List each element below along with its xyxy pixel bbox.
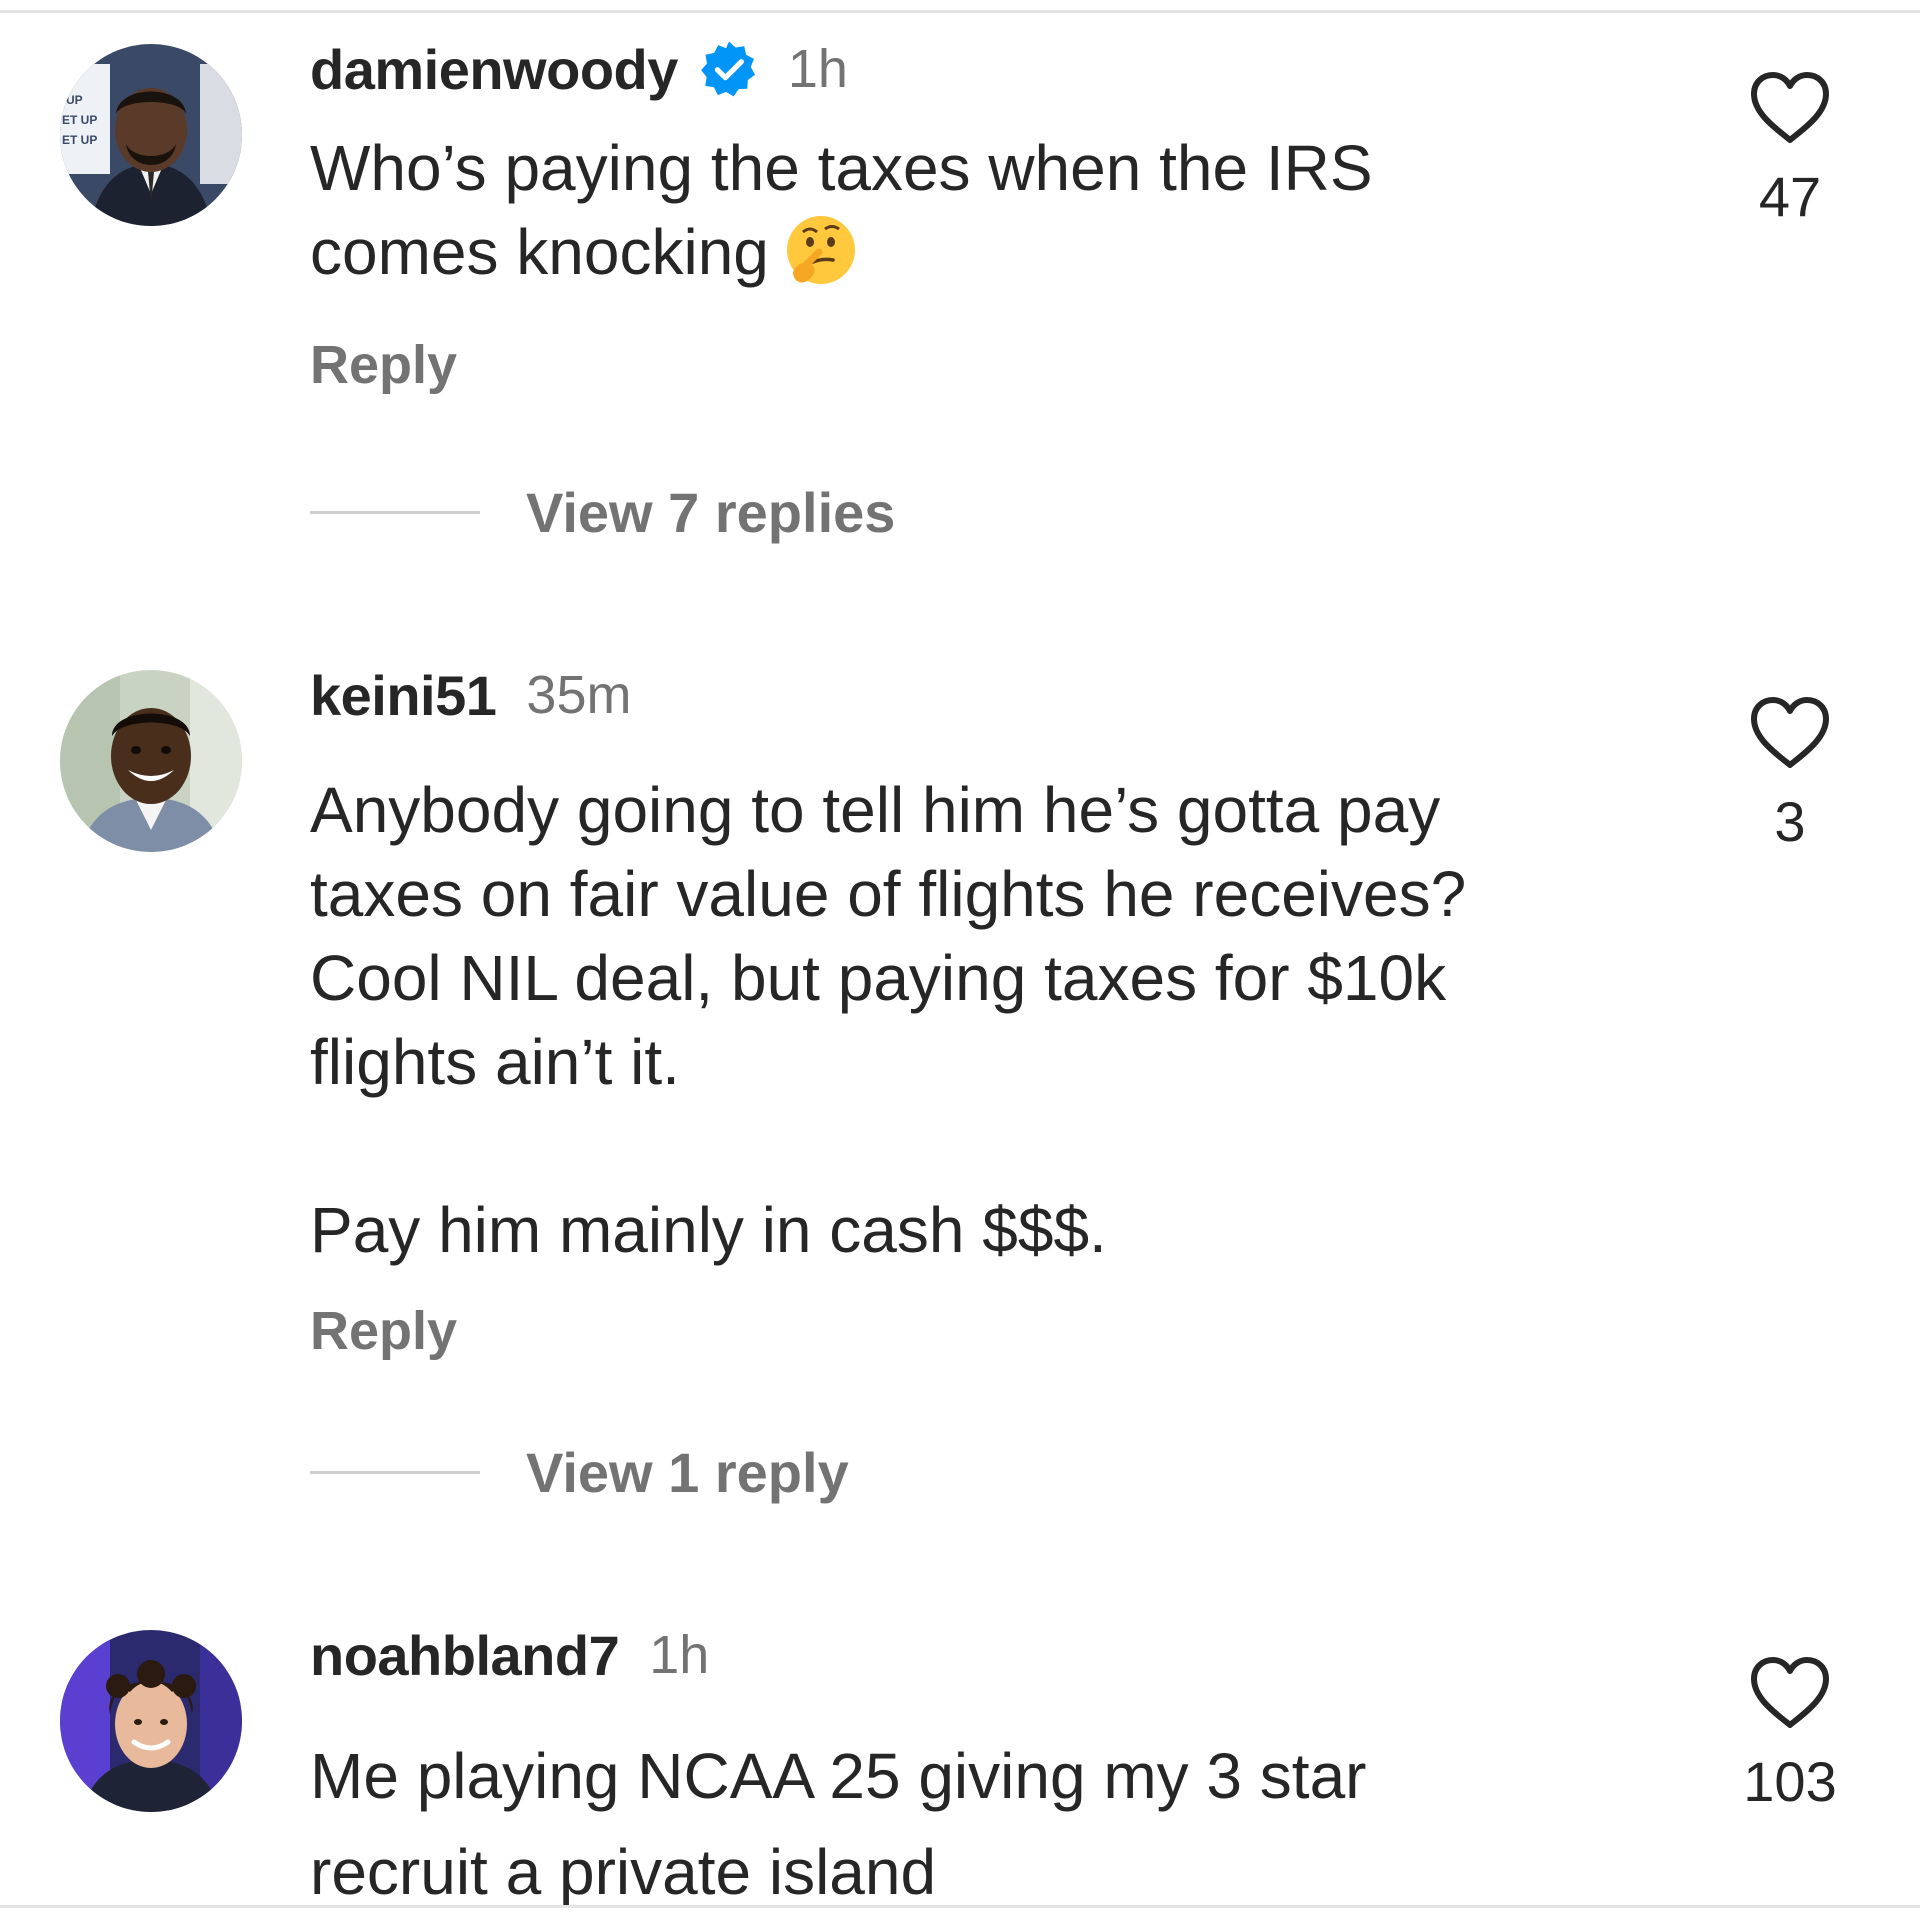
comment-body: damienwoody 1h Who’s paying the taxes wh… <box>310 34 1610 396</box>
like-button[interactable]: 103 <box>1740 1655 1840 1814</box>
comment-line-with-emoji: comes knocking <box>310 210 1610 294</box>
replies-divider <box>310 1471 480 1474</box>
comment-line: flights ain’t it. <box>310 1026 680 1098</box>
reply-button[interactable]: Reply <box>310 334 1610 396</box>
username[interactable]: noahbland7 <box>310 1623 620 1688</box>
avatar[interactable] <box>60 670 242 852</box>
comment-body: keini51 35m Anybody going to tell him he… <box>310 660 1610 1362</box>
like-count: 103 <box>1743 1750 1837 1813</box>
comment-line: Me playing NCAA 25 giving my 3 star <box>310 1740 1367 1812</box>
comment-line: Cool NIL deal, but paying taxes for $10k <box>310 942 1447 1014</box>
username[interactable]: damienwoody <box>310 37 678 102</box>
thinking-face-emoji <box>783 212 859 288</box>
avatar[interactable] <box>60 1630 242 1812</box>
comment-text: Who’s paying the taxes when the IRS come… <box>310 126 1610 294</box>
username[interactable]: keini51 <box>310 663 497 728</box>
comment-header: damienwoody 1h <box>310 34 1610 104</box>
bottom-divider <box>0 1905 1920 1908</box>
heart-outline-icon <box>1751 697 1829 768</box>
view-replies-button[interactable]: View 1 reply <box>310 1440 849 1505</box>
comment-header: noahbland7 1h <box>310 1620 1610 1690</box>
view-replies-label: View 1 reply <box>526 1441 849 1504</box>
view-replies-button[interactable]: View 7 replies <box>310 480 895 545</box>
comment-line: comes knocking <box>310 216 769 288</box>
like-button[interactable]: 47 <box>1740 70 1840 229</box>
svg-text:ET UP: ET UP <box>62 133 97 147</box>
like-count: 47 <box>1758 165 1822 228</box>
svg-text:UP: UP <box>66 93 83 107</box>
comment-body: noahbland7 1h Me playing NCAA 25 giving … <box>310 1620 1610 1920</box>
comment-text: Anybody going to tell him he’s gotta pay… <box>310 768 1610 1272</box>
like-button[interactable]: 3 <box>1740 695 1840 854</box>
comment-time: 1h <box>649 1625 710 1685</box>
verified-badge-icon <box>700 40 758 98</box>
avatar[interactable]: UP ET UP ET UP <box>60 44 242 226</box>
comment-line: Anybody going to tell him he’s gotta pay <box>310 774 1441 846</box>
comment-header: keini51 35m <box>310 660 1610 730</box>
replies-divider <box>310 511 480 514</box>
comment-line: Who’s paying the taxes when the IRS <box>310 132 1373 204</box>
avatar-noahbland7-image <box>60 1630 242 1812</box>
like-count: 3 <box>1774 790 1806 853</box>
svg-text:ET UP: ET UP <box>62 113 97 127</box>
comment-line: taxes on fair value of flights he receiv… <box>310 858 1467 930</box>
comments-screen: UP ET UP ET UP damienwoody 1h Who’s payi… <box>0 0 1920 1920</box>
view-replies-label: View 7 replies <box>526 481 896 544</box>
avatar-damienwoody-image: UP ET UP ET UP <box>60 44 242 226</box>
reply-button[interactable]: Reply <box>310 1300 1610 1362</box>
comment-time: 1h <box>787 39 848 99</box>
comment-time: 35m <box>526 665 632 725</box>
heart-outline-icon <box>1751 72 1829 143</box>
comment-line: Pay him mainly in cash $$$. <box>310 1194 1107 1266</box>
comment-text: Me playing NCAA 25 giving my 3 star recr… <box>310 1728 1610 1920</box>
avatar-keini51-image <box>60 670 242 852</box>
top-divider <box>0 10 1920 13</box>
heart-outline-icon <box>1751 1657 1829 1728</box>
